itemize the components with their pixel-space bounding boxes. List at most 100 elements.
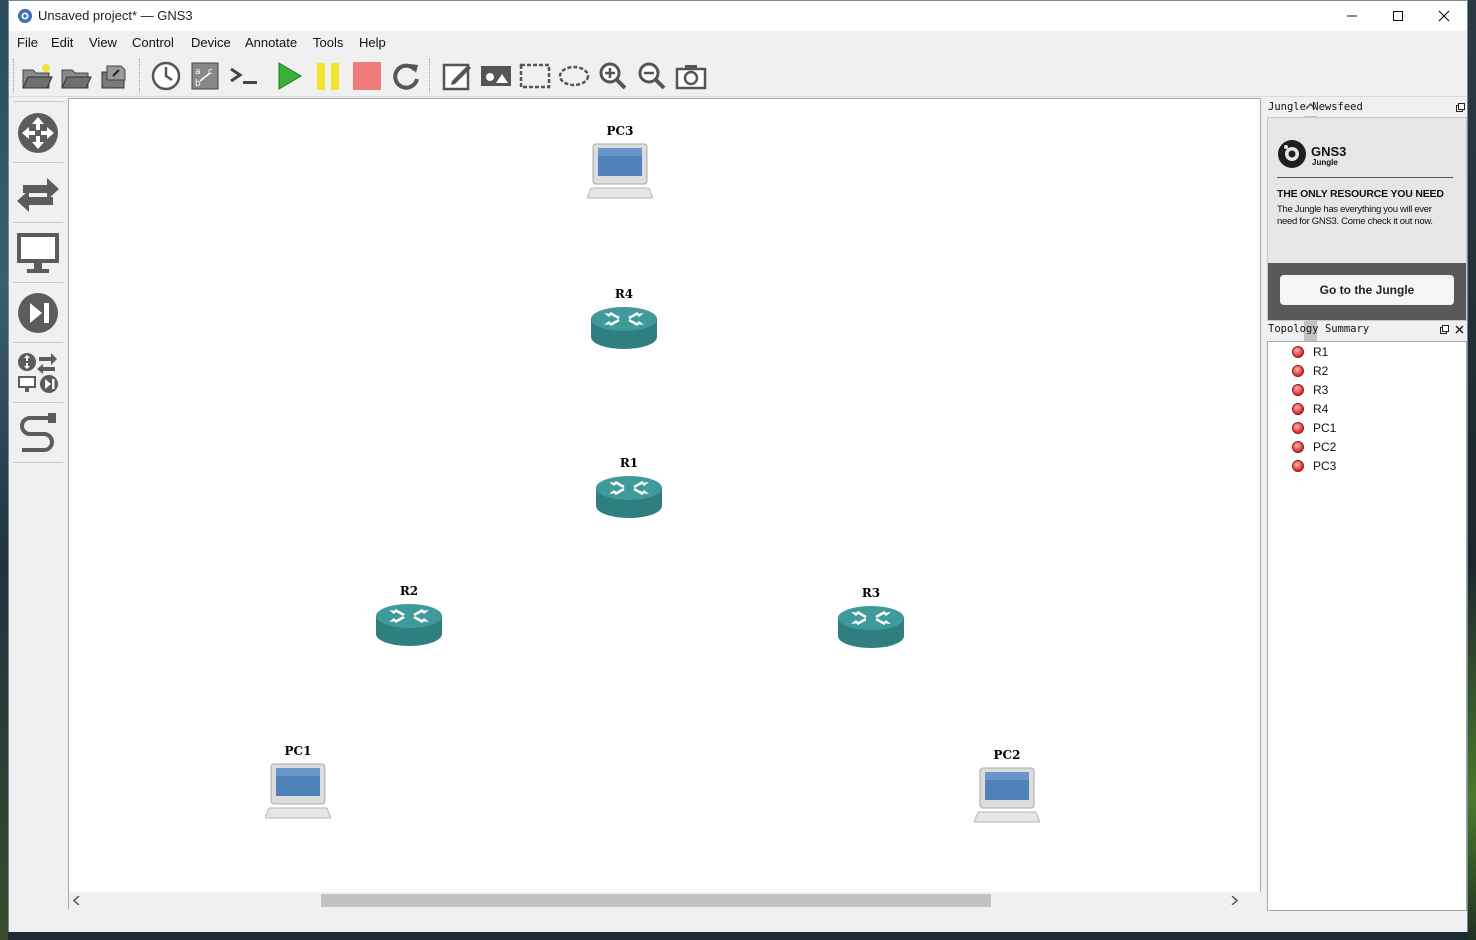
gns3-jungle-logo-icon	[1278, 140, 1306, 168]
router-icon	[838, 606, 904, 648]
status-stopped-icon	[1292, 422, 1304, 434]
topology-item-r2[interactable]: R2	[1292, 362, 1328, 380]
node-r3[interactable]: R3	[837, 586, 905, 650]
dock-separator	[13, 222, 63, 223]
stop-all-button[interactable]	[350, 59, 384, 93]
pc-icon	[265, 763, 331, 819]
snapshot-icon	[151, 61, 181, 91]
insert-picture-icon	[481, 66, 511, 86]
topology-item-pc3[interactable]: PC3	[1292, 457, 1336, 475]
show-interface-labels-icon: a cb	[191, 62, 219, 90]
security-device-icon	[18, 293, 58, 333]
suspend-all-button[interactable]	[311, 59, 345, 93]
node-r1[interactable]: R1	[595, 456, 663, 520]
add-link-button[interactable]	[13, 408, 63, 458]
node-label: PC2	[993, 748, 1021, 762]
topology-item-label: PC1	[1313, 421, 1337, 435]
start-all-icon	[278, 62, 302, 90]
topology-item-label: PC3	[1313, 459, 1337, 473]
status-stopped-icon	[1292, 384, 1304, 396]
topology-item-label: R1	[1313, 345, 1329, 359]
newsfeed-dock-title: Jungle Newsfeed	[1266, 99, 1468, 117]
monitor-icon	[17, 233, 59, 273]
dock-separator	[13, 462, 63, 463]
menu-control[interactable]: Control	[132, 35, 174, 50]
toolbar-separator	[139, 59, 142, 93]
zoom-out-button[interactable]	[635, 59, 669, 93]
close-icon[interactable]	[1455, 325, 1464, 334]
draw-ellipse-button[interactable]	[557, 59, 591, 93]
status-stopped-icon	[1292, 346, 1304, 358]
menu-help[interactable]: Help	[359, 35, 386, 50]
horizontal-scrollbar[interactable]	[69, 892, 1302, 909]
close-button[interactable]	[1421, 1, 1467, 31]
console-all-icon	[230, 67, 257, 84]
screenshot-button[interactable]	[674, 59, 708, 93]
horizontal-scroll-thumb[interactable]	[321, 894, 991, 907]
zoom-in-button[interactable]	[596, 59, 630, 93]
menu-file[interactable]: File	[17, 35, 38, 50]
menu-edit[interactable]: Edit	[51, 35, 73, 50]
menu-device[interactable]: Device	[191, 35, 231, 50]
topology-item-r4[interactable]: R4	[1292, 400, 1328, 418]
menu-annotate[interactable]: Annotate	[245, 35, 297, 50]
jungle-newsfeed: GNS3 Jungle THE ONLY RESOURCE YOU NEED T…	[1267, 117, 1467, 321]
newsfeed-divider	[1277, 177, 1453, 178]
browse-all-devices-button[interactable]	[13, 348, 63, 398]
open-project-icon	[61, 69, 92, 89]
add-note-button[interactable]	[440, 59, 474, 93]
topology-item-label: R2	[1313, 364, 1329, 378]
browse-security-devices-button[interactable]	[13, 288, 63, 338]
newsfeed-title: Jungle Newsfeed	[1268, 101, 1363, 113]
topology-item-r1[interactable]: R1	[1292, 343, 1328, 361]
open-project-button[interactable]	[59, 59, 93, 93]
insert-picture-button[interactable]	[479, 59, 513, 93]
pc-icon	[587, 143, 653, 199]
minimize-button[interactable]	[1329, 1, 1375, 31]
node-pc2[interactable]: PC2	[974, 748, 1040, 826]
console-all-button[interactable]	[227, 59, 261, 93]
topology-summary: R1 R2 R3 R4 PC1 PC2 PC3	[1267, 341, 1467, 911]
topology-item-pc2[interactable]: PC2	[1292, 438, 1336, 456]
svg-text:c: c	[208, 67, 213, 77]
new-project-button[interactable]	[20, 59, 54, 93]
start-all-button[interactable]	[272, 59, 306, 93]
save-project-button[interactable]	[98, 59, 132, 93]
pc-icon	[974, 767, 1040, 823]
draw-rectangle-icon	[519, 63, 551, 89]
draw-rectangle-button[interactable]	[518, 59, 552, 93]
stop-all-icon	[353, 62, 381, 90]
maximize-button[interactable]	[1375, 1, 1421, 31]
browse-routers-button[interactable]	[13, 108, 63, 158]
node-r2[interactable]: R2	[375, 584, 443, 648]
topology-item-pc1[interactable]: PC1	[1292, 419, 1336, 437]
menu-view[interactable]: View	[89, 35, 117, 50]
browse-end-devices-button[interactable]	[13, 228, 63, 278]
topology-canvas[interactable]: PC3 R4 R1 R2 R3 PC1 PC2	[68, 98, 1319, 909]
topology-item-label: R4	[1313, 402, 1329, 416]
toolbar-grip	[13, 59, 16, 93]
status-stopped-icon	[1292, 403, 1304, 415]
suspend-all-icon	[317, 63, 339, 90]
reload-all-button[interactable]	[389, 59, 423, 93]
show-interface-labels-button[interactable]: acb	[188, 59, 222, 93]
go-to-jungle-button[interactable]: Go to the Jungle	[1280, 275, 1454, 305]
router-icon	[591, 307, 657, 349]
undock-icon[interactable]	[1440, 325, 1449, 334]
status-bar	[9, 913, 1467, 932]
node-r4[interactable]: R4	[590, 287, 658, 351]
node-label: R3	[861, 586, 881, 600]
node-label: PC3	[606, 124, 634, 138]
browse-switches-button[interactable]	[13, 168, 63, 218]
save-project-icon	[101, 65, 126, 89]
node-pc3[interactable]: PC3	[587, 124, 653, 202]
close-icon	[1438, 10, 1450, 22]
zoom-out-icon	[638, 62, 666, 90]
undock-icon[interactable]	[1456, 103, 1465, 112]
topology-item-label: R3	[1313, 383, 1329, 397]
topology-dock-title: Topology Summary	[1266, 321, 1468, 339]
snapshot-button[interactable]	[149, 59, 183, 93]
node-pc1[interactable]: PC1	[265, 744, 331, 822]
topology-item-r3[interactable]: R3	[1292, 381, 1328, 399]
menu-tools[interactable]: Tools	[313, 35, 343, 50]
